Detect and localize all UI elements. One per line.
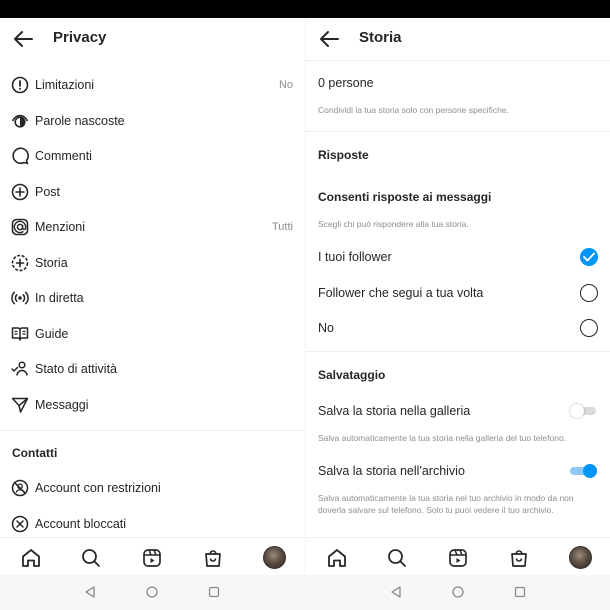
reply-option-label: I tuoi follower (318, 250, 392, 264)
back-arrow-icon[interactable] (12, 28, 34, 50)
reels-icon[interactable] (141, 547, 163, 569)
privacy-item-label: Guide (35, 327, 69, 341)
save-gallery-toggle[interactable] (570, 404, 598, 418)
save-to-gallery-row[interactable]: Salva la storia nella galleria (306, 396, 610, 426)
radio-unchecked[interactable] (580, 319, 598, 337)
section-divider (306, 351, 610, 352)
privacy-item-stato-attivita[interactable]: Stato di attività (0, 354, 305, 384)
toggle-knob (583, 464, 597, 478)
story-header: Storia (306, 18, 610, 60)
privacy-item-account-con-restrizioni[interactable]: Account con restrizioni (0, 473, 305, 503)
guide-book-icon (11, 327, 29, 341)
section-divider (306, 131, 610, 132)
search-icon[interactable] (80, 547, 102, 569)
save-gallery-label: Salva la storia nella galleria (318, 404, 471, 418)
recents-square-icon[interactable] (513, 585, 527, 599)
toggle-knob (570, 404, 584, 418)
privacy-item-messaggi[interactable]: Messaggi (0, 390, 305, 420)
status-bar (0, 0, 610, 18)
section-divider (0, 430, 305, 431)
save-archive-hint: Salva automaticamente la tua storia nel … (318, 493, 574, 515)
allow-replies-hint: Scegli chi può rispondere alla tua stori… (318, 219, 469, 229)
system-nav-bar (306, 575, 610, 610)
privacy-item-label: Messaggi (35, 398, 89, 412)
back-arrow-icon[interactable] (318, 28, 340, 50)
page-title: Storia (359, 29, 402, 46)
replies-heading: Risposte (318, 148, 369, 162)
live-broadcast-icon (11, 291, 29, 305)
reels-icon[interactable] (447, 547, 469, 569)
search-icon[interactable] (386, 547, 408, 569)
story-settings-screen: Storia 0 persone Condividi la tua storia… (305, 18, 610, 610)
privacy-item-parole-nascoste[interactable]: Parole nascoste (0, 106, 305, 136)
privacy-item-label: Storia (35, 256, 68, 270)
privacy-item-label: Stato di attività (35, 362, 117, 376)
back-triangle-icon[interactable] (83, 585, 97, 599)
privacy-item-label: Account con restrizioni (35, 481, 161, 495)
save-gallery-hint: Salva automaticamente la tua storia nell… (318, 433, 567, 443)
save-archive-label: Salva la storia nell'archivio (318, 464, 465, 478)
privacy-item-storia[interactable]: Storia (0, 248, 305, 278)
privacy-item-account-bloccati[interactable]: Account bloccati (0, 509, 305, 539)
allow-replies-heading: Consenti risposte ai messaggi (318, 190, 492, 204)
shop-icon[interactable] (508, 547, 530, 569)
at-sign-icon (11, 218, 29, 236)
privacy-item-guide[interactable]: Guide (0, 319, 305, 349)
send-message-icon (11, 397, 29, 413)
radio-unchecked[interactable] (580, 284, 598, 302)
shop-icon[interactable] (202, 547, 224, 569)
page-title: Privacy (53, 29, 107, 46)
save-to-archive-row[interactable]: Salva la storia nell'archivio (306, 456, 610, 486)
privacy-item-value: No (278, 79, 293, 91)
radio-checked[interactable] (580, 248, 598, 266)
privacy-item-label: Commenti (35, 149, 92, 163)
privacy-header: Privacy (0, 18, 305, 60)
save-archive-toggle[interactable] (570, 464, 598, 478)
privacy-item-limitazioni[interactable]: Limitazioni No (0, 70, 305, 100)
home-icon[interactable] (326, 547, 348, 569)
close-friends-hint: Condividi la tua storia solo con persone… (318, 105, 509, 115)
back-triangle-icon[interactable] (389, 585, 403, 599)
story-add-icon (11, 254, 29, 272)
reply-option-label: No (318, 321, 334, 335)
profile-avatar[interactable] (263, 546, 286, 569)
privacy-screen: Privacy Limitazioni No Parole nascoste C… (0, 18, 305, 610)
contacts-heading: Contatti (12, 446, 58, 460)
privacy-item-label: Parole nascoste (35, 114, 125, 128)
privacy-item-menzioni[interactable]: Menzioni Tutti (0, 212, 305, 242)
alert-circle-icon (11, 76, 29, 94)
system-nav-bar (0, 575, 305, 610)
privacy-item-label: In diretta (35, 291, 84, 305)
restricted-account-icon (11, 479, 29, 497)
privacy-item-post[interactable]: Post (0, 177, 305, 207)
hidden-eye-icon (11, 114, 29, 128)
privacy-item-label: Post (35, 185, 61, 199)
privacy-item-value: Tutti (272, 221, 293, 233)
home-icon[interactable] (20, 547, 42, 569)
saving-heading: Salvataggio (318, 368, 386, 382)
privacy-item-label: Account bloccati (35, 517, 127, 531)
recents-square-icon[interactable] (207, 585, 221, 599)
privacy-item-in-diretta[interactable]: In diretta (0, 283, 305, 313)
reply-option-no[interactable]: No (306, 313, 610, 343)
close-friends-count[interactable]: 0 persone (318, 76, 374, 90)
reply-option-label: Follower che segui a tua volta (318, 286, 484, 300)
blocked-x-icon (11, 515, 29, 533)
bottom-nav (0, 537, 305, 575)
reply-option-followers[interactable]: I tuoi follower (306, 242, 610, 272)
privacy-item-label: Limitazioni (35, 78, 95, 92)
profile-avatar[interactable] (569, 546, 592, 569)
reply-option-mutual-followers[interactable]: Follower che segui a tua volta (306, 278, 610, 308)
activity-status-icon (11, 361, 28, 376)
home-circle-icon[interactable] (451, 585, 465, 599)
privacy-item-commenti[interactable]: Commenti (0, 141, 305, 171)
comment-bubble-icon (12, 147, 29, 165)
bottom-nav (306, 537, 610, 575)
header-divider (306, 60, 610, 61)
home-circle-icon[interactable] (145, 585, 159, 599)
plus-square-icon (11, 183, 29, 201)
privacy-item-label: Menzioni (35, 220, 86, 234)
